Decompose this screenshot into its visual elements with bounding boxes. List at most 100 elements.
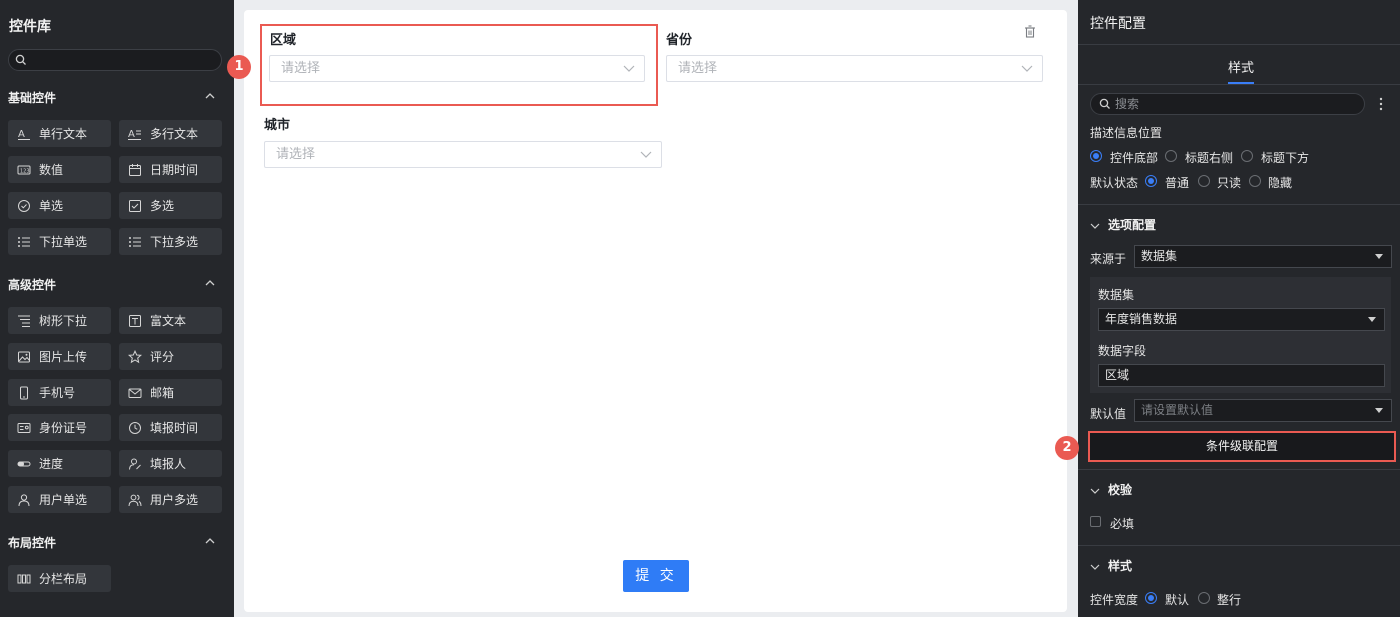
config-search-input[interactable]: 搜索 <box>1090 93 1365 115</box>
city-select[interactable]: 请选择 <box>264 141 662 168</box>
list-icon <box>18 236 30 247</box>
widget-user-single[interactable]: 用户单选 <box>8 486 111 513</box>
user-icon <box>18 493 30 506</box>
widget-phone[interactable]: 手机号 <box>8 379 111 406</box>
clock-icon <box>129 421 141 434</box>
widget-id-card[interactable]: 身份证号 <box>8 414 111 441</box>
widget-email[interactable]: 邮箱 <box>119 379 222 406</box>
group-title-layout: 布局控件 <box>8 536 57 550</box>
width-label: 控件宽度 <box>1090 593 1139 607</box>
chevron-up-icon[interactable] <box>204 277 216 289</box>
users-icon <box>128 494 142 506</box>
widget-multi-choice[interactable]: 多选 <box>119 192 222 219</box>
widget-datetime[interactable]: 日期时间 <box>119 156 222 183</box>
widget-image-upload[interactable]: 图片上传 <box>8 343 111 370</box>
province-select[interactable]: 请选择 <box>666 55 1043 82</box>
widget-tree-dropdown[interactable]: 树形下拉 <box>8 307 111 334</box>
image-icon <box>18 351 30 362</box>
section-style[interactable]: 样式 <box>1090 557 1132 574</box>
list-icon <box>129 236 141 247</box>
id-card-icon <box>17 422 31 433</box>
text-icon: A <box>18 129 30 140</box>
widget-single-line-text[interactable]: A 单行文本 <box>8 120 111 147</box>
progress-icon <box>17 461 31 466</box>
radio-label: 隐藏 <box>1268 176 1293 190</box>
tree-icon <box>18 315 30 327</box>
source-label: 来源于 <box>1090 252 1127 266</box>
chevron-down-icon <box>640 151 652 158</box>
widget-number[interactable]: 123 数值 <box>8 156 111 183</box>
data-field-input[interactable]: 区域 <box>1098 364 1385 387</box>
radio-label: 控件底部 <box>1110 151 1159 165</box>
source-select[interactable]: 数据集 <box>1134 245 1392 268</box>
delete-icon[interactable] <box>1024 25 1036 38</box>
radio-label: 默认 <box>1165 593 1190 607</box>
required-checkbox[interactable] <box>1090 516 1101 527</box>
widget-progress[interactable]: 进度 <box>8 450 111 477</box>
radio-desc-right[interactable] <box>1165 150 1177 162</box>
divider <box>1078 44 1400 45</box>
highlight-region-field <box>260 24 658 106</box>
annotation-badge-2: 2 <box>1055 436 1079 460</box>
tab-style[interactable]: 样式 <box>1228 57 1254 76</box>
widget-user-multi[interactable]: 用户多选 <box>119 486 222 513</box>
widget-dropdown-single[interactable]: 下拉单选 <box>8 228 111 255</box>
caret-down-icon <box>1375 408 1383 413</box>
phone-icon <box>20 386 28 399</box>
radio-state-readonly[interactable] <box>1198 175 1210 187</box>
checkbox-icon <box>129 199 141 212</box>
radio-label: 普通 <box>1165 176 1190 190</box>
radio-width-default[interactable] <box>1145 592 1157 604</box>
svg-text:123: 123 <box>20 168 30 174</box>
widget-submit-time[interactable]: 填报时间 <box>119 414 222 441</box>
config-panel-title: 控件配置 <box>1090 16 1146 32</box>
divider <box>1078 469 1400 470</box>
dataset-select[interactable]: 年度销售数据 <box>1098 308 1385 331</box>
radio-label: 标题下方 <box>1261 151 1310 165</box>
widget-submitter[interactable]: 填报人 <box>119 450 222 477</box>
chevron-up-icon[interactable] <box>204 535 216 547</box>
divider <box>1078 84 1400 85</box>
default-value-label: 默认值 <box>1090 407 1127 421</box>
annotation-badge-1: 1 <box>227 55 251 79</box>
dataset-label: 数据集 <box>1098 288 1135 302</box>
mail-icon <box>128 388 142 398</box>
widget-single-choice[interactable]: 单选 <box>8 192 111 219</box>
chevron-up-icon[interactable] <box>204 90 216 102</box>
radio-width-full[interactable] <box>1198 592 1210 604</box>
widget-dropdown-multi[interactable]: 下拉多选 <box>119 228 222 255</box>
radio-state-hidden[interactable] <box>1249 175 1261 187</box>
widget-search-input[interactable] <box>8 49 222 71</box>
highlight-cascade-button <box>1088 431 1396 462</box>
more-icon[interactable] <box>1376 97 1386 111</box>
submit-button[interactable]: 提 交 <box>623 560 689 592</box>
svg-text:A: A <box>128 129 135 140</box>
radio-label: 整行 <box>1217 593 1242 607</box>
default-state-label: 默认状态 <box>1090 176 1139 190</box>
radio-desc-bottom[interactable] <box>1090 150 1102 162</box>
widget-column-layout[interactable]: 分栏布局 <box>8 565 111 592</box>
svg-text:A: A <box>18 129 25 140</box>
caret-down-icon <box>1375 254 1383 259</box>
desc-position-label: 描述信息位置 <box>1090 126 1163 140</box>
calendar-icon <box>129 163 141 176</box>
radio-check-icon <box>18 199 30 212</box>
divider <box>1078 545 1400 546</box>
radio-state-normal[interactable] <box>1145 175 1157 187</box>
default-value-select[interactable]: 请设置默认值 <box>1134 399 1392 422</box>
field-label-province: 省份 <box>666 33 693 48</box>
section-options[interactable]: 选项配置 <box>1090 216 1156 233</box>
radio-desc-below[interactable] <box>1241 150 1253 162</box>
star-icon <box>128 349 142 363</box>
radio-label: 只读 <box>1217 176 1242 190</box>
section-validation[interactable]: 校验 <box>1090 481 1132 498</box>
chevron-down-icon <box>1090 223 1100 229</box>
widget-rich-text[interactable]: 富文本 <box>119 307 222 334</box>
widget-rating[interactable]: 评分 <box>119 343 222 370</box>
chevron-down-icon <box>1090 564 1100 570</box>
widget-multi-line-text[interactable]: A 多行文本 <box>119 120 222 147</box>
radio-label: 标题右侧 <box>1185 151 1234 165</box>
config-panel: 控件配置 样式 搜索 描述信息位置 控件底部 标题右侧 标题下方 默认状态 普通… <box>1078 0 1400 617</box>
group-title-advanced: 高级控件 <box>8 278 57 292</box>
required-label: 必填 <box>1110 517 1135 531</box>
